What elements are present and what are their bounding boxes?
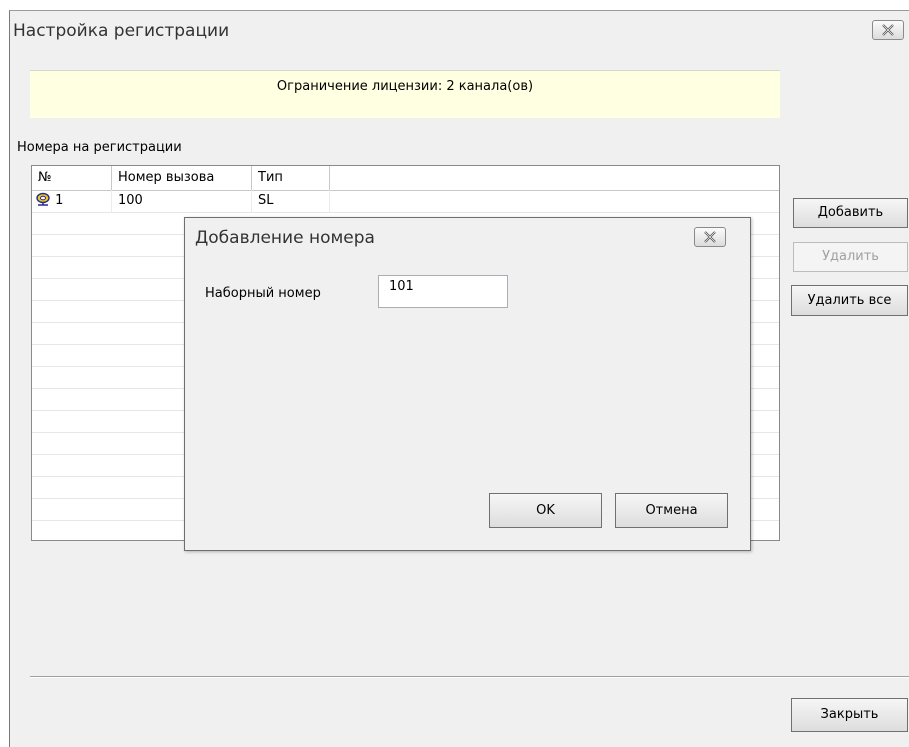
- delete-all-button[interactable]: Удалить все: [791, 285, 908, 316]
- close-button[interactable]: Закрыть: [791, 698, 908, 732]
- close-icon: [882, 24, 894, 36]
- license-limit-banner: Ограничение лицензии: 2 канала(ов): [30, 70, 780, 118]
- license-limit-text: Ограничение лицензии: 2 канала(ов): [276, 79, 534, 94]
- column-header-num[interactable]: №: [32, 166, 112, 190]
- row-num: 1: [55, 193, 64, 208]
- footer-separator: [30, 676, 909, 678]
- table-header: № Номер вызова Тип: [32, 166, 779, 191]
- ok-button[interactable]: OK: [489, 493, 602, 528]
- close-icon: [704, 231, 716, 243]
- registration-status-icon: [36, 192, 50, 206]
- delete-button[interactable]: Удалить: [793, 242, 908, 272]
- cell-type: SL: [252, 190, 330, 212]
- registrations-list-label: Номера на регистрации: [17, 140, 182, 155]
- add-button[interactable]: Добавить: [793, 198, 908, 228]
- cancel-button[interactable]: Отмена: [615, 493, 728, 528]
- window-title: Настройка регистрации: [13, 21, 230, 41]
- dial-number-label: Наборный номер: [205, 286, 321, 301]
- dialog-close-button[interactable]: [694, 227, 726, 247]
- window-close-button[interactable]: [872, 20, 904, 40]
- cell-call-number: 100: [112, 190, 252, 212]
- dial-number-input[interactable]: [378, 275, 508, 308]
- dialog-title: Добавление номера: [195, 228, 375, 248]
- column-header-type[interactable]: Тип: [252, 166, 330, 190]
- table-row[interactable]: 1 100 SL: [32, 190, 779, 213]
- cell-num: 1: [32, 190, 112, 212]
- add-number-dialog: Добавление номера Наборный номер OK Отме…: [184, 217, 751, 551]
- column-header-call-number[interactable]: Номер вызова: [112, 166, 252, 190]
